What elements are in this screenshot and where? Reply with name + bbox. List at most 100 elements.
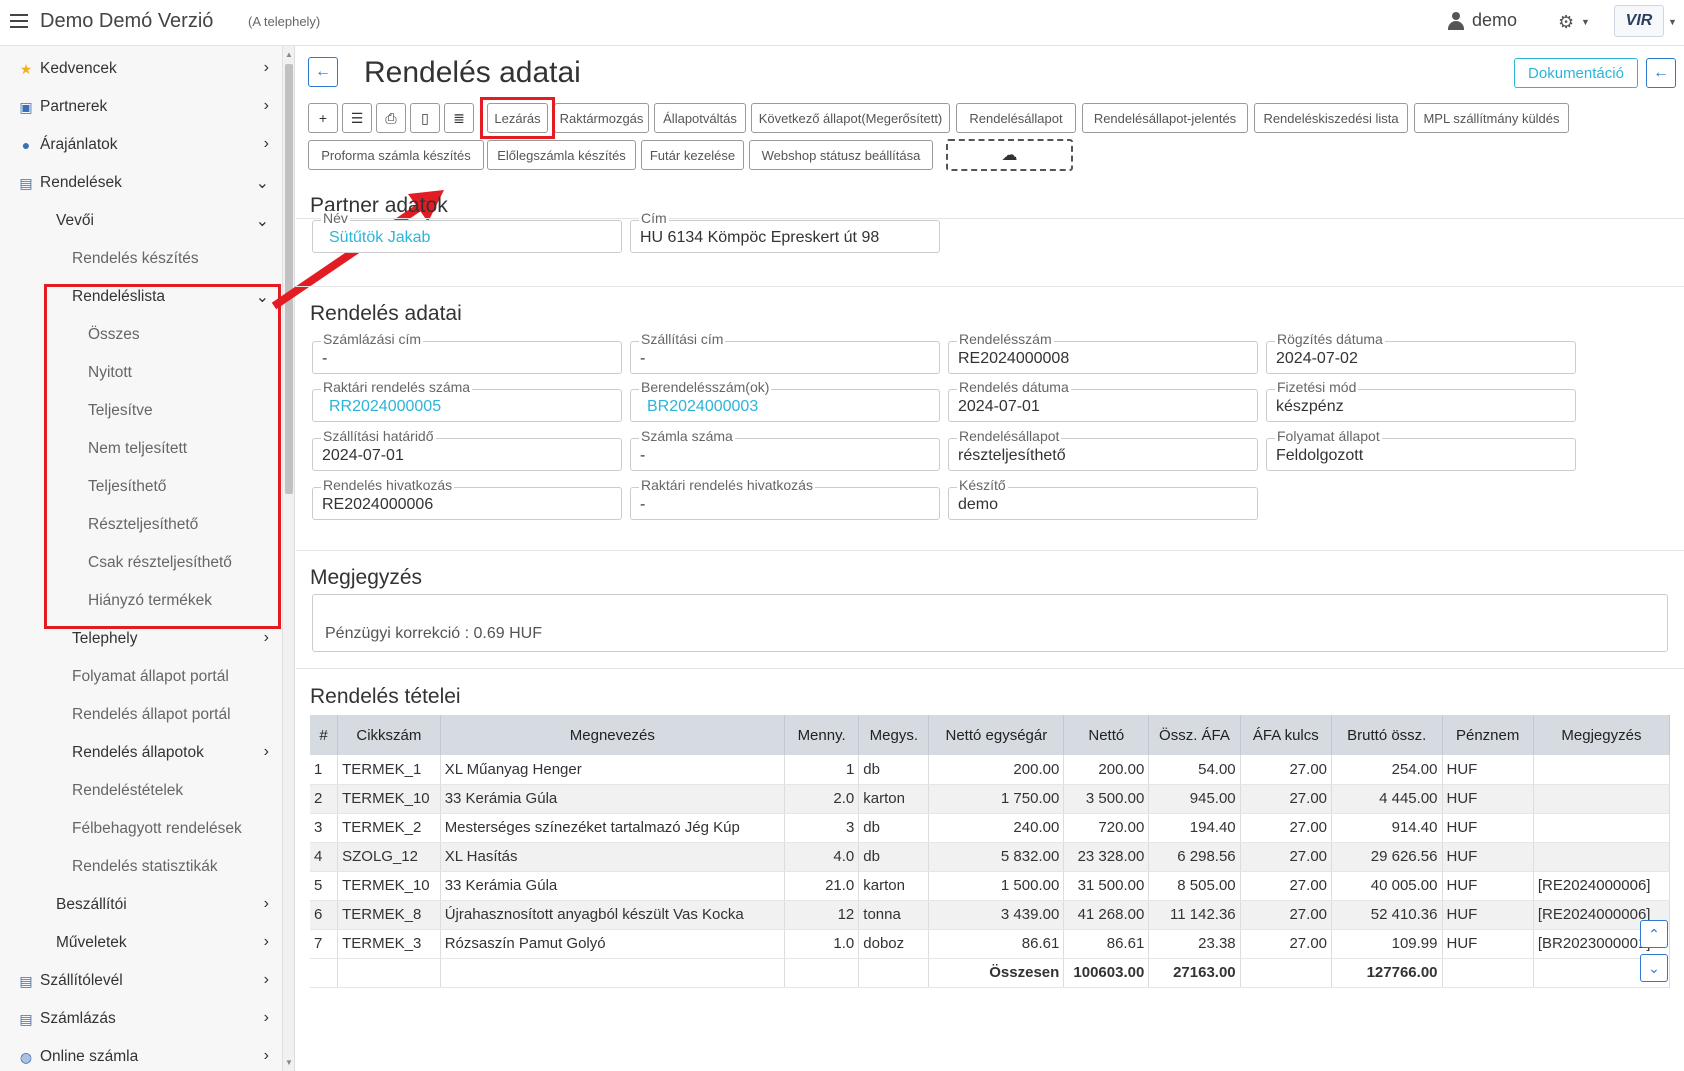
vir-logo[interactable]: VIR <box>1614 5 1664 37</box>
table-cell: karton <box>858 871 930 901</box>
table-cell: 54.00 <box>1148 755 1241 785</box>
purchase-order-link[interactable]: BR2024000003 <box>647 398 758 416</box>
table-cell: 1 <box>784 755 860 785</box>
order-items-table: # Cikkszám Megnevezés Menny. Megys. Nett… <box>310 715 1671 988</box>
documentation-button[interactable]: Dokumentáció <box>1514 58 1638 88</box>
scroll-bottom-button[interactable]: ⌄ <box>1640 954 1668 982</box>
scroll-top-button[interactable]: ⌃ <box>1640 920 1668 948</box>
rendeleskiszedesi-lista-button[interactable]: Rendeléskiszedési lista <box>1254 103 1408 133</box>
col-header[interactable]: Össz. ÁFA <box>1148 715 1241 755</box>
table-row[interactable]: 7 TERMEK_3 Rózsaszín Pamut Golyó 1.0 doboz 86… <box>310 929 1671 959</box>
table-cell: 945.00 <box>1148 784 1241 814</box>
table-cell: 31 500.00 <box>1063 871 1150 901</box>
sidebar-item-partnerek[interactable]: ▣ Partnerek › <box>0 88 282 126</box>
sidebar-item-vevoi[interactable]: Vevői ⌄ <box>0 202 282 240</box>
chevron-right-icon: › <box>263 743 269 760</box>
col-header[interactable]: Megys. <box>858 715 930 755</box>
chevron-right-icon: › <box>263 135 269 152</box>
top-bar: Demo Demó Verzió (A telephely) demo ⚙ ▼ … <box>0 0 1684 46</box>
table-cell: 8 505.00 <box>1148 871 1241 901</box>
table-row[interactable]: 3 TERMEK_2 Mesterséges színezéket tartalma… <box>310 813 1671 843</box>
caret-down-icon[interactable]: ▼ <box>1668 17 1677 27</box>
col-header[interactable]: Megnevezés <box>440 715 785 755</box>
scroll-up-icon[interactable]: ▲ <box>285 50 293 59</box>
sidebar-item-kedvencek[interactable]: ★ Kedvencek › <box>0 50 282 88</box>
scroll-down-icon[interactable]: ▼ <box>285 1058 293 1067</box>
user-menu[interactable]: demo <box>1448 10 1517 31</box>
add-button[interactable]: + <box>308 103 338 133</box>
table-cell <box>1533 842 1671 872</box>
col-header[interactable]: Cikkszám <box>337 715 441 755</box>
table-cell: 52 410.36 <box>1331 900 1443 930</box>
process-status-field: Folyamat állapot Feldolgozott <box>1266 429 1576 471</box>
menu-icon[interactable] <box>10 14 28 28</box>
sidebar-item-arajanlatok[interactable]: ● Árajánlatok › <box>0 126 282 164</box>
col-header[interactable]: Pénznem <box>1442 715 1534 755</box>
table-cell: 27.00 <box>1240 871 1333 901</box>
sidebar-item-rendelestetelek[interactable]: Rendeléstételek <box>0 772 282 810</box>
upload-dropzone[interactable]: ☁ <box>946 139 1073 171</box>
print-button[interactable]: ⎙ <box>376 103 406 133</box>
table-cell: 4 445.00 <box>1331 784 1443 814</box>
rendelesallapot-button[interactable]: Rendelésállapot <box>956 103 1076 133</box>
webshop-statusz-button[interactable]: Webshop státusz beállítása <box>749 140 933 170</box>
rendelesallapot-jelentes-button[interactable]: Rendelésállapot-jelentés <box>1082 103 1248 133</box>
gear-icon[interactable]: ⚙ <box>1558 12 1574 33</box>
table-header-row: # Cikkszám Megnevezés Menny. Megys. Nett… <box>310 715 1671 755</box>
chevron-right-icon: › <box>263 629 269 646</box>
numbered-list-button[interactable]: ≣ <box>444 103 474 133</box>
sidebar-item-szamlazas[interactable]: ▤ Számlázás › <box>0 1000 282 1038</box>
table-cell: HUF <box>1442 871 1534 901</box>
sidebar-item-rendeles-keszites[interactable]: Rendelés készítés <box>0 240 282 278</box>
table-row[interactable]: 2 TERMEK_10 33 Kerámia Gúla 2.0 karton 1 750.… <box>310 784 1671 814</box>
sidebar-item-szallitolevel[interactable]: ▤ Szállítólevél › <box>0 962 282 1000</box>
caret-down-icon[interactable]: ▼ <box>1581 17 1590 27</box>
pdf-button[interactable]: ▯ <box>410 103 440 133</box>
sidebar-item-rendeles-allapotok[interactable]: Rendelés állapotok › <box>0 734 282 772</box>
plus-icon: + <box>318 110 328 126</box>
col-header[interactable]: Menny. <box>784 715 860 755</box>
sidebar-item-beszallitoi[interactable]: Beszállítói › <box>0 886 282 924</box>
table-row[interactable]: 5 TERMEK_10 33 Kerámia Gúla 21.0 karton 1 500… <box>310 871 1671 901</box>
sidebar-item-rendeles-allapot-portal[interactable]: Rendelés állapot portál <box>0 696 282 734</box>
partner-name-link[interactable]: Sütűtök Jakab <box>329 229 430 247</box>
app-title: Demo Demó Verzió <box>40 10 214 32</box>
proforma-button[interactable]: Proforma számla készítés <box>308 140 484 170</box>
sidebar-item-label: Rendelés készítés <box>72 250 199 267</box>
col-header[interactable]: Nettó <box>1063 715 1150 755</box>
col-header[interactable]: ÁFA kulcs <box>1240 715 1333 755</box>
chevron-right-icon: › <box>263 895 269 912</box>
back-button-right[interactable]: ← <box>1646 58 1676 88</box>
mpl-szallitmany-button[interactable]: MPL szállítmány küldés <box>1414 103 1569 133</box>
sidebar-item-rendelesek[interactable]: ▤ Rendelések ⌄ <box>0 164 282 202</box>
allapotvaltas-button[interactable]: Állapotváltás <box>654 103 746 133</box>
sidebar-item-rendeles-statisztikak[interactable]: Rendelés statisztikák <box>0 848 282 886</box>
col-header[interactable]: # <box>310 715 339 755</box>
chevron-up-icon: ⌃ <box>1648 925 1660 942</box>
chevron-right-icon: › <box>263 933 269 950</box>
chat-icon: ● <box>21 137 31 153</box>
table-cell: 41 268.00 <box>1063 900 1150 930</box>
table-cell: 86.61 <box>928 929 1065 959</box>
raktarmozgas-button[interactable]: Raktármozgás <box>554 103 649 133</box>
warehouse-order-link[interactable]: RR2024000005 <box>329 398 441 416</box>
table-cell: 720.00 <box>1063 813 1150 843</box>
user-icon <box>1448 11 1464 30</box>
sidebar-item-muveletek[interactable]: Műveletek › <box>0 924 282 962</box>
sidebar-item-felbehagyott-rendelesek[interactable]: Félbehagyott rendelések <box>0 810 282 848</box>
table-cell: HUF <box>1442 842 1534 872</box>
kovetkezo-allapot-button[interactable]: Következő állapot(Megerősített) <box>751 103 950 133</box>
col-header[interactable]: Megjegyzés <box>1533 715 1671 755</box>
back-button[interactable]: ← <box>308 57 338 87</box>
sidebar-item-online-szamla[interactable]: ◍ Online számla › <box>0 1038 282 1071</box>
arrow-left-icon: ← <box>1653 64 1669 81</box>
col-header[interactable]: Nettó egységár <box>928 715 1065 755</box>
eloleg-szamla-button[interactable]: Előlegszámla készítés <box>487 140 636 170</box>
table-row[interactable]: 1 TERMEK_1 XL Műanyag Henger 1 db 200.00 200.0… <box>310 755 1671 785</box>
list-button[interactable]: ☰ <box>342 103 372 133</box>
futar-kezelese-button[interactable]: Futár kezelése <box>641 140 744 170</box>
sidebar-item-folyamat-allapot-portal[interactable]: Folyamat állapot portál <box>0 658 282 696</box>
col-header[interactable]: Bruttó össz. <box>1331 715 1443 755</box>
table-row[interactable]: 6 TERMEK_8 Újrahasznosított anyagból készü… <box>310 900 1671 930</box>
table-row[interactable]: 4 SZOLG_12 XL Hasítás 4.0 db 5 832.00 23 328.0… <box>310 842 1671 872</box>
